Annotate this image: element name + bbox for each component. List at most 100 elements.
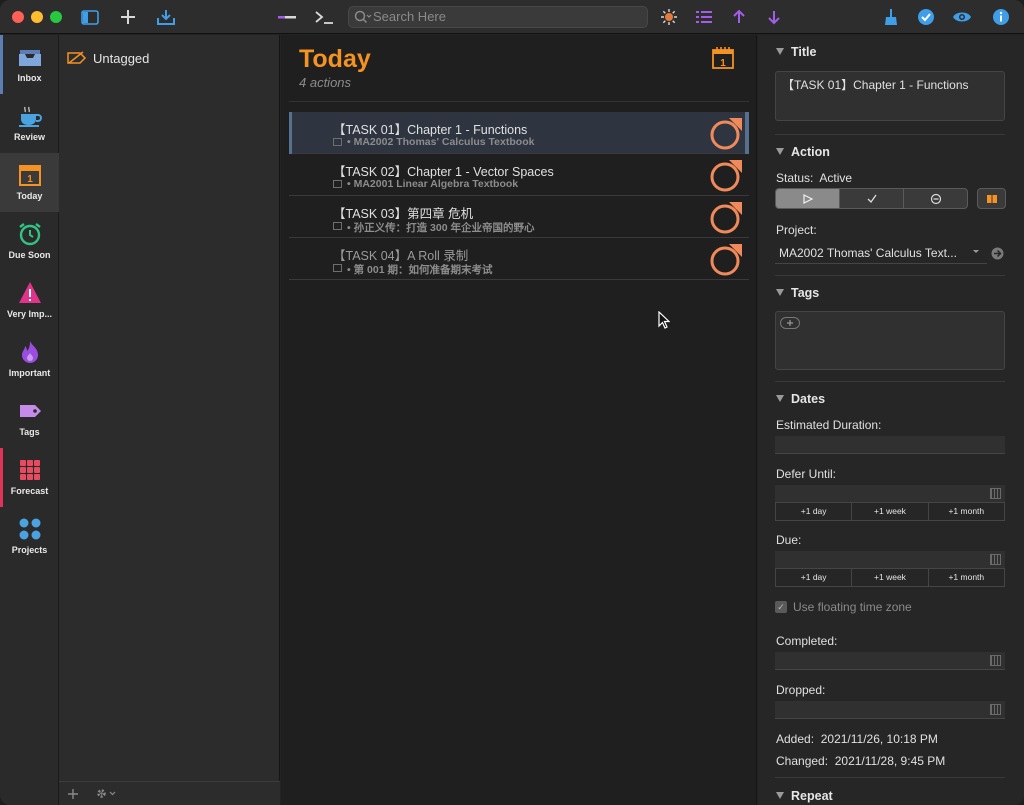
close-window-button[interactable] (12, 11, 24, 23)
tag-label: Untagged (93, 50, 150, 66)
zoom-window-button[interactable] (50, 11, 62, 23)
calendar-picker-icon[interactable] (990, 704, 1001, 715)
sidebar-item-label: Inbox (17, 73, 42, 83)
dropped-field[interactable] (775, 701, 1005, 719)
calendar-picker-icon[interactable] (990, 488, 1001, 499)
disclosure-triangle-icon[interactable] (776, 395, 784, 402)
view-options-eye-icon[interactable] (951, 6, 973, 28)
sidebar-item-review[interactable]: Review (0, 94, 59, 153)
defer-plus-day-button[interactable]: +1 day (776, 503, 851, 520)
task-project: • 第 001 期：如何准备期末考试 (347, 264, 493, 276)
sidebar-item-tags[interactable]: Tags (0, 389, 59, 448)
disclosure-triangle-icon[interactable] (776, 792, 784, 799)
task-row[interactable]: 【TASK 03】第四章 危机 • 孙正义传：打造 300 年企业帝国的野心 (289, 196, 749, 238)
flag-icon (986, 194, 997, 203)
disclosure-triangle-icon[interactable] (776, 148, 784, 155)
sidebar-item-today[interactable]: 1 Today (0, 153, 59, 212)
app-window: Search Here Inbox Review 1 Today Due Soo… (0, 0, 1024, 805)
defer-plus-month-button[interactable]: +1 month (927, 503, 1004, 520)
defer-plus-week-button[interactable]: +1 week (851, 503, 927, 520)
page-title: Today (299, 45, 371, 73)
estimated-duration-field[interactable] (775, 436, 1005, 454)
due-plus-month-button[interactable]: +1 month (927, 569, 1004, 586)
sidebar-item-forecast[interactable]: Forecast (0, 448, 59, 507)
status-row: Status: Active (776, 171, 853, 185)
project-label: Project: (776, 223, 817, 237)
section-dates-header[interactable]: Dates (776, 392, 825, 406)
focus-icon[interactable] (276, 6, 298, 28)
section-repeat-header[interactable]: Repeat (776, 789, 833, 803)
task-project: • MA2001 Linear Algebra Textbook (347, 178, 519, 190)
move-down-icon[interactable] (763, 6, 785, 28)
due-plus-day-button[interactable]: +1 day (776, 569, 851, 586)
flag-button[interactable] (977, 188, 1006, 209)
sidebar-item-projects[interactable]: Projects (0, 507, 59, 566)
defer-quick-buttons: +1 day +1 week +1 month (775, 503, 1005, 521)
completed-field[interactable] (775, 652, 1005, 670)
review-cup-icon (19, 106, 42, 127)
perspective-sidebar: Inbox Review 1 Today Due Soon Very Imp..… (0, 35, 59, 805)
sidebar-item-label: Due Soon (8, 250, 51, 260)
due-field[interactable] (775, 551, 1005, 569)
sidebar-item-inbox[interactable]: Inbox (0, 35, 59, 94)
section-tags-header[interactable]: Tags (776, 286, 819, 300)
floating-time-zone-label: Use floating time zone (793, 600, 912, 614)
inspector-info-icon[interactable] (990, 6, 1012, 28)
calendar-day-number: 1 (720, 58, 726, 69)
changed-value: 2021/11/28, 9:45 PM (834, 754, 946, 768)
section-title-header[interactable]: Title (776, 45, 816, 59)
list-view-icon[interactable] (693, 6, 715, 28)
completed-check-icon[interactable] (915, 6, 937, 28)
defer-until-field[interactable] (775, 485, 1005, 503)
status-dropped-button[interactable] (903, 189, 967, 208)
minimize-window-button[interactable] (31, 11, 43, 23)
quick-entry-inbox-icon[interactable] (155, 6, 177, 28)
due-plus-week-button[interactable]: +1 week (851, 569, 927, 586)
task-row[interactable]: 【TASK 02】Chapter 1 - Vector Spaces • MA2… (289, 154, 749, 196)
mouse-cursor-icon (658, 311, 670, 329)
search-field[interactable]: Search Here (348, 6, 648, 28)
floating-time-zone-checkbox[interactable]: ✓ Use floating time zone (775, 600, 912, 614)
status-completed-button[interactable] (839, 189, 903, 208)
task-status-circle-icon[interactable] (709, 117, 743, 151)
sidebar-item-very-important[interactable]: Very Imp... (0, 271, 59, 330)
status-value: Active (819, 171, 853, 185)
tag-row-untagged[interactable]: Untagged (67, 47, 149, 69)
settings-gear-icon[interactable] (95, 787, 117, 800)
clean-up-broom-icon[interactable] (880, 6, 902, 28)
sidebar-item-important[interactable]: Important (0, 330, 59, 389)
add-tag-icon[interactable] (780, 317, 800, 329)
title-field[interactable]: 【TASK 01】Chapter 1 - Functions (775, 71, 1005, 121)
move-up-icon[interactable] (728, 6, 750, 28)
toolbar: Search Here (0, 0, 1024, 34)
sidebar-item-label: Very Imp... (6, 309, 53, 319)
calendar-picker-icon[interactable] (990, 554, 1001, 565)
sidebar-item-label: Important (8, 368, 51, 378)
sidebar-toggle-icon[interactable] (79, 6, 101, 28)
tags-footer (59, 781, 280, 805)
task-status-circle-icon[interactable] (709, 243, 743, 277)
project-select[interactable]: MA2002 Thomas' Calculus Text... (775, 242, 987, 264)
today-calendar-icon: 1 (712, 47, 734, 69)
section-action-header[interactable]: Action (776, 145, 830, 159)
task-status-circle-icon[interactable] (709, 159, 743, 193)
task-row[interactable]: 【TASK 01】Chapter 1 - Functions • MA2002 … (289, 112, 749, 154)
svg-text:1: 1 (27, 174, 33, 185)
add-action-icon[interactable] (117, 6, 139, 28)
status-active-button[interactable] (776, 189, 839, 208)
disclosure-triangle-icon[interactable] (776, 48, 784, 55)
sync-status-icon[interactable] (658, 6, 680, 28)
task-row[interactable]: 【TASK 04】A Roll 录制 • 第 001 期：如何准备期末考试 (289, 238, 749, 280)
task-status-circle-icon[interactable] (709, 201, 743, 235)
completed-label: Completed: (776, 634, 838, 648)
sidebar-item-due-soon[interactable]: Due Soon (0, 212, 59, 271)
add-tag-icon[interactable] (67, 788, 79, 800)
terminal-icon[interactable] (313, 6, 335, 28)
go-to-project-arrow-icon[interactable] (991, 247, 1004, 260)
tags-field[interactable] (775, 311, 1005, 370)
inbox-icon (19, 50, 41, 66)
calendar-picker-icon[interactable] (990, 655, 1001, 666)
status-segmented-control[interactable] (775, 188, 968, 209)
today-calendar-icon: 1 (19, 165, 41, 186)
disclosure-triangle-icon[interactable] (776, 289, 784, 296)
